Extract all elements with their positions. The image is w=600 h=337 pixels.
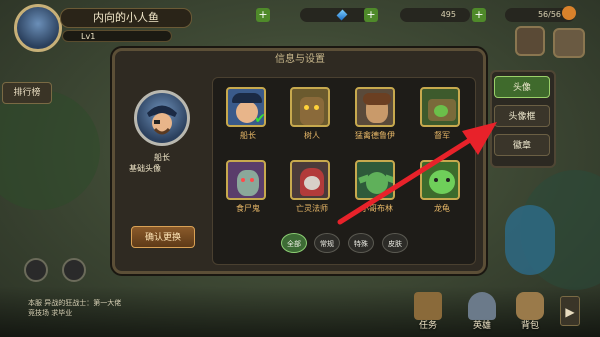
confirm-change-button[interactable]: 确认更换 xyxy=(131,226,195,248)
add-gem-button[interactable]: + xyxy=(364,8,378,22)
avatar-option-necromancer[interactable]: 亡灵法师 xyxy=(290,160,334,214)
filter-tab-all[interactable]: 全部 xyxy=(281,233,307,253)
nav-hero-label: 英雄 xyxy=(472,321,491,331)
bg-portal xyxy=(505,205,555,275)
avatar-option-druid[interactable]: 猛禽德鲁伊 xyxy=(355,87,399,141)
avatar-option-captain[interactable]: ✔ 船长 xyxy=(226,87,270,141)
gem-counter xyxy=(300,8,370,22)
avatar-label: 船长 xyxy=(240,131,256,140)
avatar-option-warlord[interactable]: 督军 xyxy=(420,87,464,141)
tab-avatar-frame[interactable]: 头像框 xyxy=(494,105,550,127)
scroll-icon xyxy=(414,292,442,320)
filter-tab-regular[interactable]: 常规 xyxy=(314,233,340,253)
current-avatar-name: 船长 xyxy=(154,153,170,162)
necromancer-portrait-icon xyxy=(290,160,330,200)
panel-title: 信息与设置 xyxy=(275,54,325,65)
avatar-label: 食尸鬼 xyxy=(236,204,260,213)
bag-icon xyxy=(516,292,544,320)
nav-bag-label: 背包 xyxy=(520,321,539,331)
druid-portrait-icon xyxy=(355,87,395,127)
nav-task[interactable]: 任务 xyxy=(408,290,448,331)
avatar-label: 龙龟 xyxy=(434,204,450,213)
tab-avatar[interactable]: 头像 xyxy=(494,76,550,98)
player-name: 内向的小人鱼 xyxy=(60,8,192,28)
avatar-label: 督军 xyxy=(434,131,450,140)
add-gold-button[interactable]: + xyxy=(472,8,486,22)
avatar-option-goblin[interactable]: 小哥布林 xyxy=(355,160,399,214)
helmet-icon xyxy=(468,292,496,320)
player-avatar[interactable] xyxy=(14,4,62,52)
avatar-label: 猛禽德鲁伊 xyxy=(355,131,395,140)
current-avatar-subtitle: 基础头像 xyxy=(129,164,161,173)
captain-portrait-icon: ✔ xyxy=(226,87,266,127)
avatar-option-ghoul[interactable]: 食尸鬼 xyxy=(226,160,270,214)
nav-task-label: 任务 xyxy=(418,321,437,331)
warlord-portrait-icon xyxy=(420,87,460,127)
filter-tab-skin[interactable]: 皮肤 xyxy=(382,233,408,253)
avatar-option-dragon-turtle[interactable]: 龙龟 xyxy=(420,160,464,214)
top-bar: 内向的小人鱼 Lv1 + + 495 + 56/56 xyxy=(0,0,600,52)
add-gold-button-left[interactable]: + xyxy=(256,8,270,22)
pirate-face-icon xyxy=(147,105,177,135)
mail-button[interactable] xyxy=(24,258,48,282)
nav-hero[interactable]: 英雄 xyxy=(462,290,502,331)
avatar-option-treant[interactable]: 树人 xyxy=(290,87,334,141)
treant-portrait-icon xyxy=(290,87,330,127)
goblin-portrait-icon xyxy=(355,160,395,200)
chat-line-1: 本服 异战的狂战士：第一大佬 xyxy=(28,299,122,307)
chat-line-2: 竞技场 求毕业 xyxy=(28,309,73,317)
drumstick-icon xyxy=(562,6,576,20)
avatar-label: 小哥布林 xyxy=(361,204,393,213)
chat-preview[interactable]: 本服 异战的狂战士：第一大佬 竞技场 求毕业 xyxy=(28,298,198,328)
map-icon[interactable] xyxy=(553,28,585,58)
tab-badge[interactable]: 徽章 xyxy=(494,134,550,156)
close-button[interactable] xyxy=(515,26,545,56)
avatar-label: 树人 xyxy=(304,131,320,140)
current-avatar xyxy=(134,90,190,146)
expand-nav-button[interactable]: ▶ xyxy=(560,296,580,326)
selected-check-icon: ✔ xyxy=(254,111,266,127)
gold-counter: 495 xyxy=(400,8,470,22)
friends-button[interactable] xyxy=(62,258,86,282)
dragon-turtle-portrait-icon xyxy=(420,160,460,200)
filter-tab-special[interactable]: 特殊 xyxy=(348,233,374,253)
rank-button[interactable]: 排行榜 xyxy=(2,82,52,104)
player-level: Lv1 xyxy=(62,30,172,42)
avatar-label: 亡灵法师 xyxy=(296,204,328,213)
ghoul-portrait-icon xyxy=(226,160,266,200)
bg-tree-left xyxy=(0,90,100,210)
nav-bag[interactable]: 背包 xyxy=(510,290,550,331)
